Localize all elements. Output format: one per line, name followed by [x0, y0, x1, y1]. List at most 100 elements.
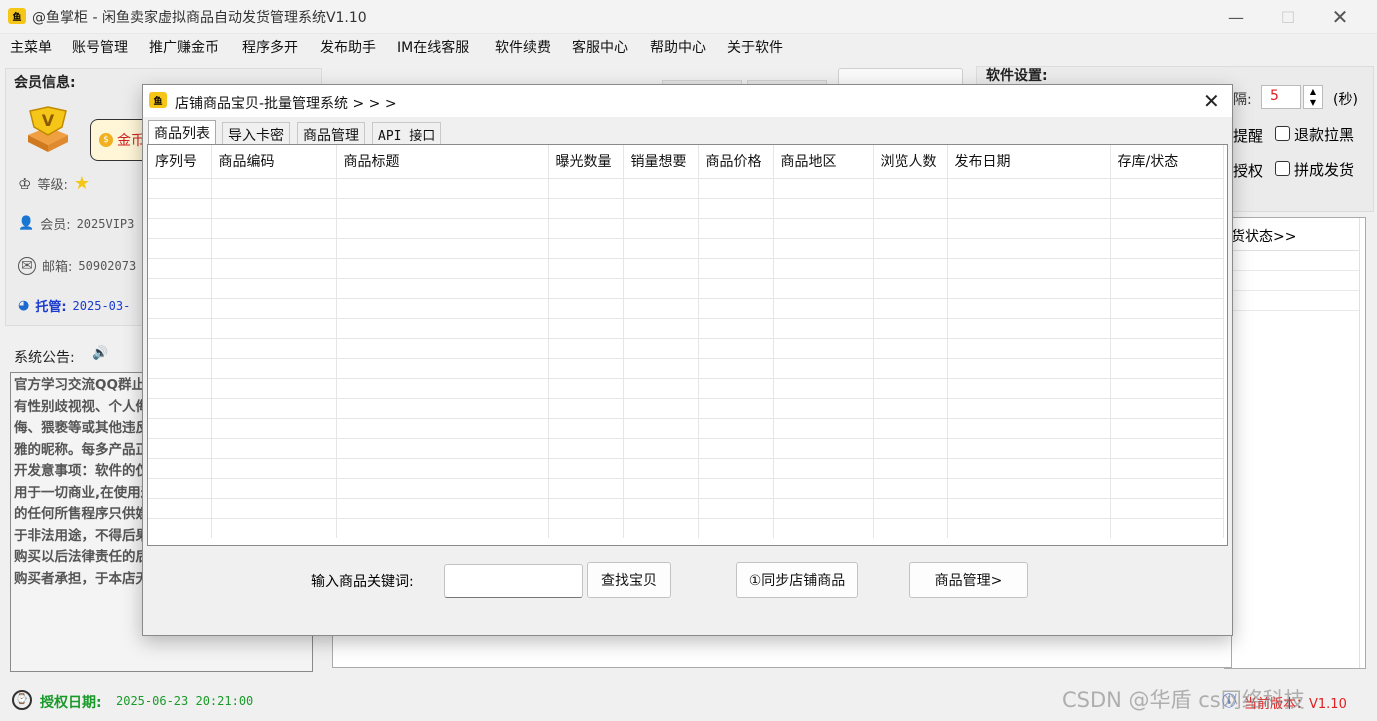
table-cell[interactable]	[873, 297, 948, 318]
table-cell[interactable]	[698, 377, 774, 398]
table-cell[interactable]	[211, 297, 337, 318]
table-cell[interactable]	[623, 437, 699, 458]
table-cell[interactable]	[773, 217, 874, 238]
table-cell[interactable]	[336, 357, 549, 378]
table-cell[interactable]	[1110, 197, 1224, 218]
table-cell[interactable]	[873, 217, 948, 238]
table-row[interactable]	[148, 377, 1224, 398]
table-row[interactable]	[148, 197, 1224, 218]
table-cell[interactable]	[698, 337, 774, 358]
table-cell[interactable]	[336, 497, 549, 518]
table-cell[interactable]	[1110, 457, 1224, 478]
table-cell[interactable]	[1110, 477, 1224, 498]
dialog-close-button[interactable]: ✕	[1203, 89, 1220, 113]
table-cell[interactable]	[698, 277, 774, 298]
table-row[interactable]	[148, 257, 1224, 278]
table-cell[interactable]	[548, 257, 624, 278]
table-cell[interactable]	[548, 297, 624, 318]
table-cell[interactable]	[623, 497, 699, 518]
table-cell[interactable]	[623, 297, 699, 318]
table-cell[interactable]	[623, 397, 699, 418]
table-cell[interactable]	[873, 177, 948, 198]
product-table[interactable]: 序列号 商品编码 商品标题 曝光数量 销量想要 商品价格 商品地区 浏览人数 发…	[147, 144, 1228, 546]
table-cell[interactable]	[773, 197, 874, 218]
table-cell[interactable]	[211, 397, 337, 418]
table-cell[interactable]	[947, 177, 1111, 198]
table-cell[interactable]	[148, 297, 212, 318]
table-cell[interactable]	[623, 517, 699, 538]
table-cell[interactable]	[211, 237, 337, 258]
table-cell[interactable]	[148, 437, 212, 458]
table-cell[interactable]	[548, 277, 624, 298]
table-cell[interactable]	[773, 397, 874, 418]
table-cell[interactable]	[947, 297, 1111, 318]
table-row[interactable]	[148, 437, 1224, 458]
table-cell[interactable]	[873, 417, 948, 438]
table-row[interactable]	[148, 337, 1224, 358]
table-cell[interactable]	[698, 177, 774, 198]
table-cell[interactable]	[947, 457, 1111, 478]
table-cell[interactable]	[1110, 317, 1224, 338]
table-cell[interactable]	[698, 357, 774, 378]
menu-publish[interactable]: 发布助手	[320, 37, 376, 57]
interval-input[interactable]: 5	[1261, 85, 1301, 109]
table-cell[interactable]	[336, 477, 549, 498]
table-cell[interactable]	[773, 277, 874, 298]
table-cell[interactable]	[336, 217, 549, 238]
table-cell[interactable]	[698, 417, 774, 438]
table-cell[interactable]	[548, 397, 624, 418]
table-cell[interactable]	[623, 477, 699, 498]
col-header-exposure[interactable]: 曝光数量	[548, 145, 624, 178]
tab-api[interactable]: API 接口	[372, 122, 442, 144]
table-row[interactable]	[148, 217, 1224, 238]
table-cell[interactable]	[336, 397, 549, 418]
table-cell[interactable]	[873, 237, 948, 258]
table-cell[interactable]	[1110, 217, 1224, 238]
table-cell[interactable]	[947, 417, 1111, 438]
table-cell[interactable]	[336, 377, 549, 398]
table-cell[interactable]	[698, 397, 774, 418]
table-cell[interactable]	[947, 517, 1111, 538]
table-row[interactable]	[148, 237, 1224, 258]
col-header-region[interactable]: 商品地区	[773, 145, 874, 178]
table-cell[interactable]	[548, 417, 624, 438]
table-cell[interactable]	[773, 437, 874, 458]
table-cell[interactable]	[698, 317, 774, 338]
table-cell[interactable]	[1110, 337, 1224, 358]
table-cell[interactable]	[211, 377, 337, 398]
table-cell[interactable]	[873, 497, 948, 518]
table-cell[interactable]	[148, 217, 212, 238]
table-cell[interactable]	[698, 237, 774, 258]
table-cell[interactable]	[548, 337, 624, 358]
menu-renew[interactable]: 软件续费	[495, 37, 551, 57]
table-cell[interactable]	[623, 337, 699, 358]
table-cell[interactable]	[211, 497, 337, 518]
table-row[interactable]	[148, 477, 1224, 498]
table-cell[interactable]	[773, 417, 874, 438]
table-cell[interactable]	[873, 437, 948, 458]
table-cell[interactable]	[1110, 377, 1224, 398]
table-cell[interactable]	[548, 377, 624, 398]
table-cell[interactable]	[148, 237, 212, 258]
table-cell[interactable]	[623, 257, 699, 278]
table-row[interactable]	[148, 397, 1224, 418]
col-header-publish-date[interactable]: 发布日期	[947, 145, 1111, 178]
table-cell[interactable]	[211, 517, 337, 538]
table-row[interactable]	[148, 457, 1224, 478]
minimize-button[interactable]: —	[1210, 0, 1262, 34]
table-cell[interactable]	[336, 417, 549, 438]
table-cell[interactable]	[698, 477, 774, 498]
table-cell[interactable]	[1110, 417, 1224, 438]
table-cell[interactable]	[1110, 237, 1224, 258]
table-cell[interactable]	[873, 397, 948, 418]
table-cell[interactable]	[211, 417, 337, 438]
table-cell[interactable]	[773, 317, 874, 338]
table-cell[interactable]	[698, 257, 774, 278]
table-cell[interactable]	[698, 497, 774, 518]
table-cell[interactable]	[211, 317, 337, 338]
table-cell[interactable]	[623, 417, 699, 438]
table-cell[interactable]	[873, 357, 948, 378]
table-cell[interactable]	[548, 237, 624, 258]
table-cell[interactable]	[148, 177, 212, 198]
table-cell[interactable]	[148, 497, 212, 518]
